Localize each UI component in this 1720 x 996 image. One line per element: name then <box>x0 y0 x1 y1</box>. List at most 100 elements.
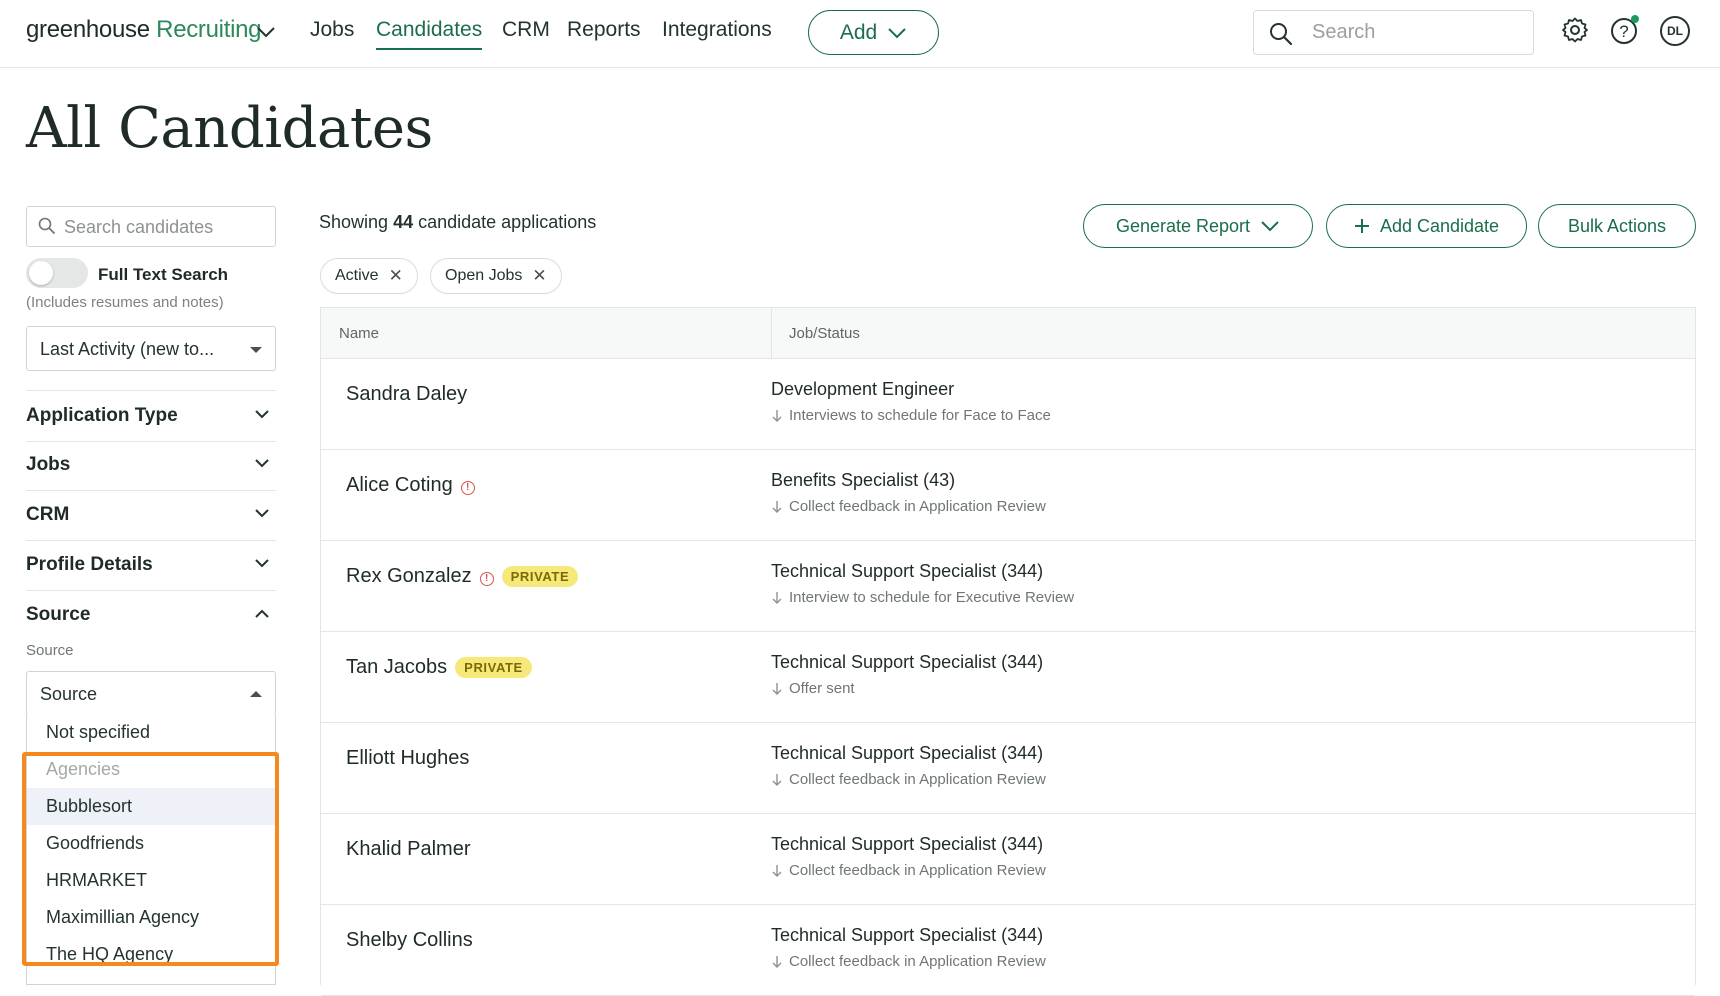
chip-label: Open Jobs <box>445 267 523 284</box>
sort-select[interactable]: Last Activity (new to... <box>26 326 276 371</box>
source-option-maximillian-agency[interactable]: Maximillian Agency <box>27 899 275 936</box>
filter-label: Profile Details <box>26 554 153 575</box>
nav-reports[interactable]: Reports <box>567 18 641 42</box>
candidates-table: Name Job/Status Sandra Daley Development… <box>320 307 1696 996</box>
candidate-name-cell: Shelby Collins <box>346 929 473 952</box>
source-select-value: Source <box>40 684 98 704</box>
top-nav-bar: greenhouse Recruiting Jobs Candidates CR… <box>0 0 1720 68</box>
close-icon[interactable]: ✕ <box>532 266 546 286</box>
arrow-down-icon <box>772 500 782 513</box>
source-option-hrmarket[interactable]: HRMARKET <box>27 862 275 899</box>
source-option-not-specified[interactable]: Not specified <box>27 714 275 751</box>
search-icon <box>38 217 55 234</box>
candidate-name-link[interactable]: Alice Coting <box>346 474 453 497</box>
column-header-job-status[interactable]: Job/Status <box>789 325 860 342</box>
nav-integrations[interactable]: Integrations <box>662 18 772 42</box>
job-title[interactable]: Benefits Specialist (43) <box>771 470 955 491</box>
candidate-name-link[interactable]: Elliott Hughes <box>346 747 469 770</box>
source-option-the-hq-agency[interactable]: The HQ Agency <box>27 936 275 973</box>
add-candidate-button[interactable]: Add Candidate <box>1326 204 1527 248</box>
chevron-down-icon <box>255 410 269 419</box>
job-title[interactable]: Technical Support Specialist (344) <box>771 652 1043 673</box>
page-title: All Candidates <box>26 96 433 161</box>
private-badge: PRIVATE <box>501 566 579 587</box>
candidate-search-input[interactable]: Search candidates <box>26 206 276 247</box>
application-status: Interview to schedule for Executive Revi… <box>771 589 1074 606</box>
help-icon[interactable]: ? <box>1610 15 1640 45</box>
status-text: Collect feedback in Application Review <box>789 498 1046 515</box>
candidate-name-link[interactable]: Tan Jacobs <box>346 656 447 679</box>
filter-profile-details[interactable]: Profile Details <box>26 540 276 591</box>
question-circle-icon: ? <box>1611 15 1639 44</box>
arrow-down-icon <box>772 409 782 422</box>
full-text-search-hint: (Includes resumes and notes) <box>26 294 224 311</box>
add-menu-button[interactable]: Add <box>808 10 939 55</box>
filter-label: Application Type <box>26 405 178 426</box>
table-row[interactable]: Tan Jacobs PRIVATE Technical Support Spe… <box>321 632 1695 723</box>
job-title[interactable]: Technical Support Specialist (344) <box>771 925 1043 946</box>
job-title[interactable]: Technical Support Specialist (344) <box>771 561 1043 582</box>
nav-crm[interactable]: CRM <box>502 18 550 42</box>
filter-label: Source <box>26 604 91 625</box>
filter-source[interactable]: Source <box>26 590 276 640</box>
nav-jobs[interactable]: Jobs <box>310 18 354 42</box>
results-count: 44 <box>393 212 414 232</box>
table-row[interactable]: Sandra Daley Development Engineer Interv… <box>321 359 1695 450</box>
generate-report-button[interactable]: Generate Report <box>1083 204 1313 248</box>
add-candidate-label: Add Candidate <box>1379 215 1500 236</box>
source-select[interactable]: Source <box>26 671 276 715</box>
filter-chip-active[interactable]: Active ✕ <box>320 258 418 294</box>
table-row[interactable]: Khalid Palmer Technical Support Speciali… <box>321 814 1695 905</box>
plus-icon <box>1354 219 1369 233</box>
candidate-name-link[interactable]: Rex Gonzalez <box>346 565 472 588</box>
candidate-name-link[interactable]: Shelby Collins <box>346 929 473 952</box>
application-status: Collect feedback in Application Review <box>771 862 1046 879</box>
filter-chip-open-jobs[interactable]: Open Jobs ✕ <box>430 258 562 294</box>
bulk-actions-button[interactable]: Bulk Actions <box>1538 204 1696 248</box>
status-text: Collect feedback in Application Review <box>789 771 1046 788</box>
candidate-name-link[interactable]: Sandra Daley <box>346 383 467 406</box>
settings-gear-icon[interactable] <box>1561 16 1589 44</box>
table-row[interactable]: Shelby Collins Technical Support Special… <box>321 905 1695 996</box>
source-option-goodfriends[interactable]: Goodfriends <box>27 825 275 862</box>
filter-application-type[interactable]: Application Type <box>26 390 276 442</box>
chip-label: Active <box>335 267 379 284</box>
global-search-input[interactable]: Search <box>1253 10 1534 55</box>
full-text-search-toggle[interactable] <box>26 258 88 288</box>
user-avatar[interactable]: DL <box>1660 16 1690 46</box>
job-title[interactable]: Technical Support Specialist (344) <box>771 834 1043 855</box>
job-title[interactable]: Development Engineer <box>771 379 954 400</box>
alert-icon[interactable]: ! <box>460 480 475 495</box>
global-search-placeholder: Search <box>1312 21 1376 43</box>
alert-icon[interactable]: ! <box>479 571 494 586</box>
status-text: Collect feedback in Application Review <box>789 953 1046 970</box>
source-option-bubblesort[interactable]: Bubblesort <box>27 788 275 825</box>
application-status: Collect feedback in Application Review <box>771 771 1046 788</box>
table-row[interactable]: Alice Coting ! Benefits Specialist (43) … <box>321 450 1695 541</box>
table-row[interactable]: Elliott Hughes Technical Support Special… <box>321 723 1695 814</box>
nav-active-indicator <box>376 48 482 50</box>
greenhouse-logo[interactable]: greenhouse Recruiting <box>26 16 262 44</box>
arrow-down-icon <box>772 773 782 786</box>
logo-product-name: Recruiting <box>156 16 262 43</box>
logo-wordmark: greenhouse <box>26 16 150 43</box>
filter-jobs[interactable]: Jobs <box>26 440 276 491</box>
candidate-search-placeholder: Search candidates <box>64 217 214 237</box>
filter-label: CRM <box>26 504 70 525</box>
status-text: Interview to schedule for Executive Revi… <box>789 589 1075 606</box>
nav-candidates[interactable]: Candidates <box>376 18 482 42</box>
toggle-knob <box>29 261 53 285</box>
candidate-name-link[interactable]: Khalid Palmer <box>346 838 471 861</box>
column-header-name[interactable]: Name <box>339 325 379 342</box>
candidate-name-cell: Alice Coting ! <box>346 474 475 497</box>
job-title[interactable]: Technical Support Specialist (344) <box>771 743 1043 764</box>
table-header: Name Job/Status <box>321 308 1695 359</box>
close-icon[interactable]: ✕ <box>389 266 403 286</box>
generate-report-label: Generate Report <box>1115 215 1251 236</box>
product-switcher-chevron-icon[interactable] <box>256 24 276 40</box>
table-row[interactable]: Rex Gonzalez ! PRIVATE Technical Support… <box>321 541 1695 632</box>
application-status: Collect feedback in Application Review <box>771 498 1046 515</box>
filter-crm[interactable]: CRM <box>26 490 276 541</box>
source-group-agencies: Agencies <box>46 759 121 779</box>
candidate-name-cell: Sandra Daley <box>346 383 467 406</box>
